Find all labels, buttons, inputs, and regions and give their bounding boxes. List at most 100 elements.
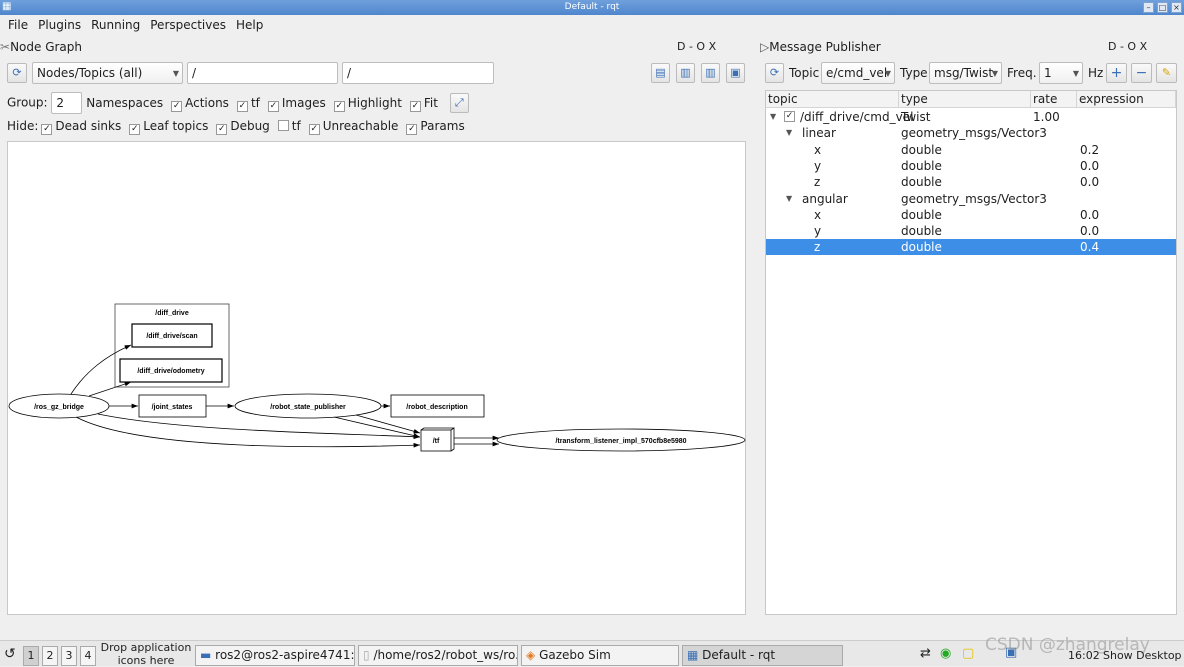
publisher-title: ▷Message Publisher [760, 40, 881, 54]
checkbox[interactable]: ✓ [216, 124, 228, 135]
tree-row[interactable]: z double 0.0 [766, 174, 1176, 190]
menu-item[interactable]: Plugins [38, 18, 81, 32]
checkbox[interactable]: ✓ [409, 100, 421, 112]
add-publisher-button[interactable]: + [1106, 63, 1127, 83]
tree-row[interactable]: y double 0.0 [766, 223, 1176, 239]
option-hide[interactable]: ✓ Unreachable [308, 119, 398, 135]
option-hide[interactable]: ✓ Debug [216, 119, 270, 135]
topic-label: Topic [789, 66, 820, 80]
option-hide[interactable]: tf [277, 119, 301, 133]
menu-item[interactable]: File [8, 18, 28, 32]
tree-row[interactable]: ▼ angular geometry_msgs/Vector3 [766, 191, 1176, 207]
label-robot-description: /robot_description [406, 404, 467, 411]
tree-row[interactable]: z double 0.4 [766, 239, 1176, 256]
tree-row[interactable]: x double 0.0 [766, 207, 1176, 223]
publisher-dock-controls[interactable]: D - O X [1108, 40, 1147, 53]
publisher-tree[interactable]: topic type rate expression ▼ ✓ /diff_driv… [765, 90, 1177, 615]
node-filter-input[interactable]: / [187, 62, 338, 84]
taskbar: ↺ 1234 Drop application icons here ▬ ros… [0, 635, 1184, 667]
option-hide[interactable]: ✓ Dead sinks [41, 119, 121, 135]
expand-arrow-icon[interactable]: ▼ [770, 109, 776, 125]
column-topic[interactable]: topic [766, 91, 899, 108]
maximize-button[interactable]: □ [1157, 2, 1168, 13]
topic-filter-input[interactable]: / [342, 62, 494, 84]
graph-mode-select[interactable]: Nodes/Topics (all) ▼ [32, 62, 183, 84]
checkbox[interactable]: ✓ [236, 100, 248, 112]
option-options[interactable]: ✓ tf [236, 96, 260, 112]
activities-icon[interactable]: ↺ [4, 646, 16, 662]
option-options[interactable]: ✓ Fit [409, 96, 438, 112]
topic-select[interactable]: e/cmd_vel ▼ [821, 62, 895, 84]
column-type[interactable]: type [899, 91, 1031, 108]
column-expression[interactable]: expression [1077, 91, 1176, 108]
option-options[interactable]: ✓ Highlight [333, 96, 402, 112]
workspace-button[interactable]: 3 [61, 646, 77, 666]
clear-button[interactable]: ✎ [1156, 63, 1177, 83]
show-desktop-button[interactable]: Show Desktop [1103, 649, 1182, 662]
refresh-graph-button[interactable]: ⟳ [7, 63, 27, 83]
task-gazebo[interactable]: ◈ Gazebo Sim [521, 645, 679, 666]
group-spinbox[interactable]: 2 [51, 92, 83, 114]
checkbox[interactable]: ✓ [171, 100, 183, 112]
menu-item[interactable]: Help [236, 18, 263, 32]
enable-checkbox[interactable]: ✓ [784, 111, 795, 122]
freq-select[interactable]: 1 ▼ [1039, 62, 1083, 84]
task-file-manager[interactable]: ▯ /home/ros2/robot_ws/ro... [358, 645, 518, 666]
graph-canvas[interactable]: /diff_drive /diff_drive/scan /diff_drive… [7, 141, 746, 615]
option-options[interactable]: Namespaces [86, 96, 163, 110]
window-titlebar: Default - rqt [0, 0, 1184, 15]
minimize-button[interactable]: – [1143, 2, 1154, 13]
save-image-button[interactable]: ▣ [726, 63, 745, 83]
type-label: Type [900, 66, 928, 80]
dock-controls[interactable]: D - O X [677, 40, 716, 53]
expand-arrow-icon[interactable]: ▼ [786, 125, 792, 141]
tools-icon: ✂ [0, 40, 11, 54]
status-icon[interactable]: ◉ [940, 646, 951, 661]
checkbox[interactable]: ✓ [333, 100, 345, 112]
save-svg-button[interactable]: ▥ [701, 63, 720, 83]
task-terminal[interactable]: ▬ ros2@ros2-aspire4741: ~... [195, 645, 355, 666]
hide-options-row: Hide: ✓ Dead sinks ✓ Leaf topics ✓ Debug tf ✓ Unr… [7, 119, 465, 135]
menu-item[interactable]: Perspectives [150, 18, 226, 32]
option-options[interactable]: ✓ Images [267, 96, 326, 112]
type-select[interactable]: msg/Twist ▼ [929, 62, 1002, 84]
tree-row[interactable]: y double 0.0 [766, 158, 1176, 174]
checkbox[interactable]: ✓ [267, 100, 279, 112]
checkbox[interactable] [277, 120, 289, 131]
remove-publisher-button[interactable]: − [1131, 63, 1152, 83]
label-odometry: /diff_drive/odometry [137, 368, 204, 375]
menu-item[interactable]: Running [91, 18, 140, 32]
clipboard-icon[interactable]: ▢ [962, 646, 974, 661]
checkbox[interactable]: ✓ [406, 124, 418, 135]
save-dot-button[interactable]: ▥ [676, 63, 695, 83]
label-joint-states: /joint_states [152, 404, 193, 411]
workspace-button[interactable]: 4 [80, 646, 96, 666]
refresh-topics-button[interactable]: ⟳ [765, 63, 784, 83]
label-scan: /diff_drive/scan [146, 333, 197, 340]
fit-view-button[interactable]: ⤢ [449, 93, 469, 113]
option-options[interactable]: ✓ Actions [171, 96, 229, 112]
option-hide[interactable]: ✓ Params [406, 119, 465, 135]
close-button[interactable]: × [1171, 2, 1182, 13]
column-rate[interactable]: rate [1031, 91, 1077, 108]
checkbox[interactable]: ✓ [129, 124, 141, 135]
load-dot-button[interactable]: ▤ [651, 63, 670, 83]
checkbox[interactable]: ✓ [308, 124, 320, 135]
task-rqt[interactable]: ▦ Default - rqt [682, 645, 843, 666]
label-listener: /transform_listener_impl_570cfb8e5980 [555, 438, 686, 445]
tree-row[interactable]: ▼ linear geometry_msgs/Vector3 [766, 125, 1176, 141]
hz-label: Hz [1088, 66, 1104, 80]
expand-arrow-icon[interactable]: ▼ [786, 191, 792, 207]
checkbox[interactable]: ✓ [41, 124, 53, 135]
network-icon[interactable]: ⇄ [920, 646, 931, 661]
window-title: Default - rqt [564, 2, 620, 12]
clock[interactable]: 16:02 [1068, 649, 1100, 662]
label-rsp: /robot_state_publisher [270, 404, 346, 411]
label-tf: /tf [433, 438, 440, 445]
tree-row[interactable]: x double 0.2 [766, 142, 1176, 158]
workspace-button[interactable]: 1 [23, 646, 39, 666]
workspace-button[interactable]: 2 [42, 646, 58, 666]
tree-row[interactable]: ▼ ✓ /diff_drive/cmd_vel Twist 1.00 [766, 109, 1176, 125]
app-menu-icon[interactable]: ▦ [2, 1, 11, 12]
option-hide[interactable]: ✓ Leaf topics [129, 119, 208, 135]
